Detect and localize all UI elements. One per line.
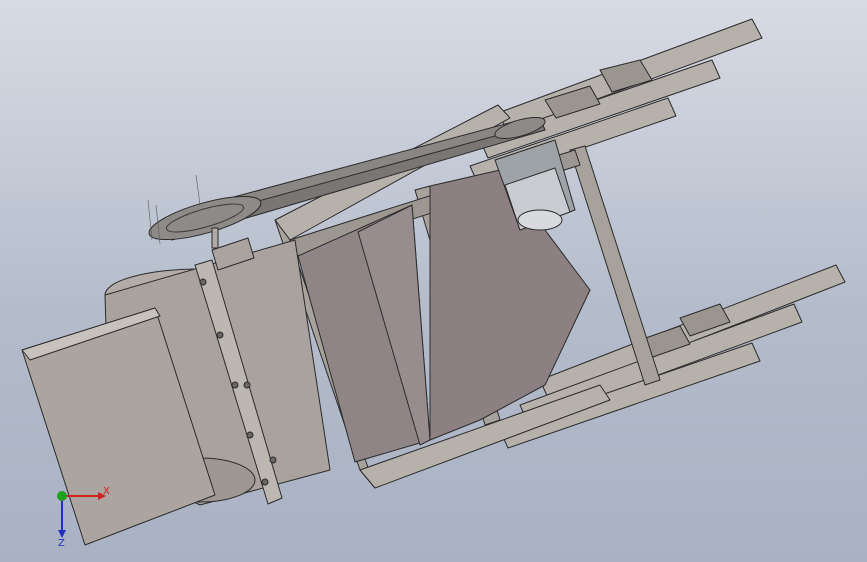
y-axis-icon	[57, 491, 67, 501]
x-axis-label: X	[103, 486, 110, 497]
cad-model-view[interactable]	[0, 0, 867, 562]
z-axis-arrow	[58, 530, 66, 538]
z-axis-label: Z	[58, 538, 65, 548]
3d-viewport[interactable]: X Z	[0, 0, 867, 562]
orientation-triad: X Z	[57, 486, 110, 548]
